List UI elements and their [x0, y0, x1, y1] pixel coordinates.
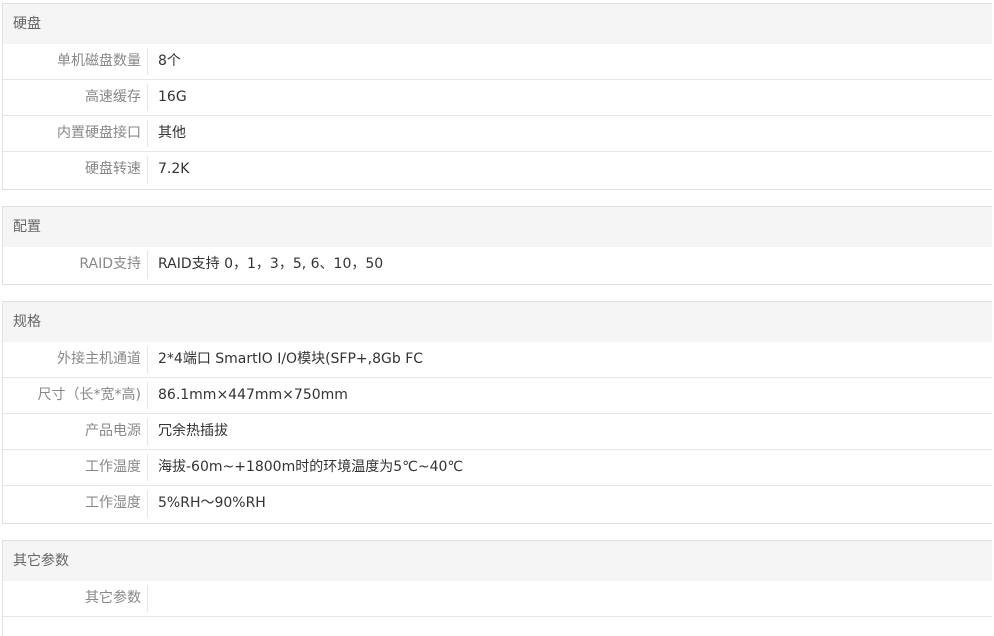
section-disk: 硬盘 单机磁盘数量 8个 高速缓存 16G 内置硬盘接口 其他 硬盘转速 7.2…	[2, 3, 992, 190]
section-title-disk: 硬盘	[3, 4, 992, 44]
spec-row-disk-count: 单机磁盘数量 8个	[3, 44, 992, 80]
spec-label: 高速缓存	[3, 84, 148, 111]
spec-label: 产品电源	[3, 418, 148, 445]
spec-value: 86.1mm×447mm×750mm	[158, 387, 348, 403]
spec-row-humidity: 工作湿度 5%RH～90%RH	[3, 486, 992, 522]
spec-value: 2*4端口 SmartIO I/O模块(SFP+,8Gb FC	[158, 351, 424, 367]
section-config: 配置 RAID支持 RAID支持 0，1，3，5, 6、10，50	[2, 206, 992, 285]
spec-label: 尺寸（长*宽*高)	[3, 382, 148, 409]
section-title-other: 其它参数	[3, 541, 992, 581]
spec-value: 5%RH～90%RH	[158, 495, 266, 511]
spec-row-cache: 高速缓存 16G	[3, 80, 992, 116]
spec-value: 海拔-60m~+1800m时的环境温度为5℃~40℃	[158, 459, 464, 475]
spec-value: 其他	[158, 125, 186, 141]
section-title-config: 配置	[3, 207, 992, 247]
spec-value: 7.2K	[158, 161, 190, 177]
spec-row-disk-interface: 内置硬盘接口 其他	[3, 116, 992, 152]
spec-value: RAID支持 0，1，3，5, 6、10，50	[158, 256, 384, 272]
spec-row-disk-speed: 硬盘转速 7.2K	[3, 152, 992, 188]
spec-value: 8个	[158, 53, 181, 69]
spec-value: 冗余热插拔	[158, 423, 228, 439]
spec-label: 工作湿度	[3, 490, 148, 518]
spec-row-temperature: 工作温度 海拔-60m~+1800m时的环境温度为5℃~40℃	[3, 450, 992, 486]
section-title-spec: 规格	[3, 302, 992, 342]
spec-label: 工作温度	[3, 454, 148, 481]
spec-row-power: 产品电源 冗余热插拔	[3, 414, 992, 450]
spec-label: 其它参数	[3, 585, 148, 612]
section-other: 其它参数 其它参数	[2, 540, 992, 636]
spec-value: 16G	[158, 89, 187, 105]
spec-label: 内置硬盘接口	[3, 120, 148, 147]
spec-row-other: 其它参数	[3, 581, 992, 617]
spec-label: RAID支持	[3, 251, 148, 279]
spec-row-dimensions: 尺寸（长*宽*高) 86.1mm×447mm×750mm	[3, 378, 992, 414]
spec-label: 单机磁盘数量	[3, 48, 148, 75]
spec-row-host-channel: 外接主机通道 2*4端口 SmartIO I/O模块(SFP+,8Gb FC	[3, 342, 992, 378]
spec-value	[148, 581, 992, 616]
spec-label: 硬盘转速	[3, 156, 148, 184]
section-spec: 规格 外接主机通道 2*4端口 SmartIO I/O模块(SFP+,8Gb F…	[2, 301, 992, 524]
spec-label: 外接主机通道	[3, 346, 148, 373]
spec-row-raid: RAID支持 RAID支持 0，1，3，5, 6、10，50	[3, 247, 992, 283]
